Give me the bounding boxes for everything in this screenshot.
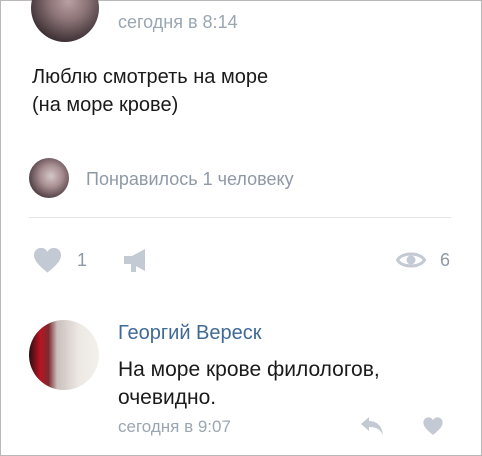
liked-by-label[interactable]: Понравилось 1 человеку — [86, 169, 294, 190]
comment-timestamp: сегодня в 9:07 — [118, 417, 231, 436]
like-button[interactable]: 1 — [32, 245, 92, 275]
post-text-line: (на море крове) — [32, 94, 179, 116]
post-text-line: Люблю смотреть на море — [32, 66, 269, 88]
views-count: 6 — [440, 249, 451, 270]
comment-author-avatar[interactable] — [29, 320, 99, 390]
reply-button[interactable] — [359, 415, 385, 437]
post-text: Люблю смотреть на море (на море крове) — [32, 63, 452, 119]
heart-icon — [33, 247, 62, 273]
comment-text-line: На море крове филологов, — [118, 358, 380, 381]
reply-arrow-icon — [361, 417, 383, 435]
eye-icon — [396, 252, 426, 268]
comment-like-button[interactable] — [422, 416, 444, 436]
comment-author-name[interactable]: Георгий Вереск — [118, 322, 262, 345]
views-counter: 6 — [396, 247, 456, 273]
like-count: 1 — [77, 249, 88, 270]
megaphone-icon — [124, 249, 145, 272]
divider — [29, 217, 451, 218]
post-timestamp: сегодня в 8:14 — [118, 12, 238, 32]
heart-icon — [423, 417, 443, 435]
share-button[interactable] — [121, 247, 151, 273]
comment-text-line: очевидно. — [118, 386, 217, 409]
liker-avatar[interactable] — [29, 158, 69, 198]
comment-text: На море крове филологов, очевидно. — [118, 356, 458, 412]
